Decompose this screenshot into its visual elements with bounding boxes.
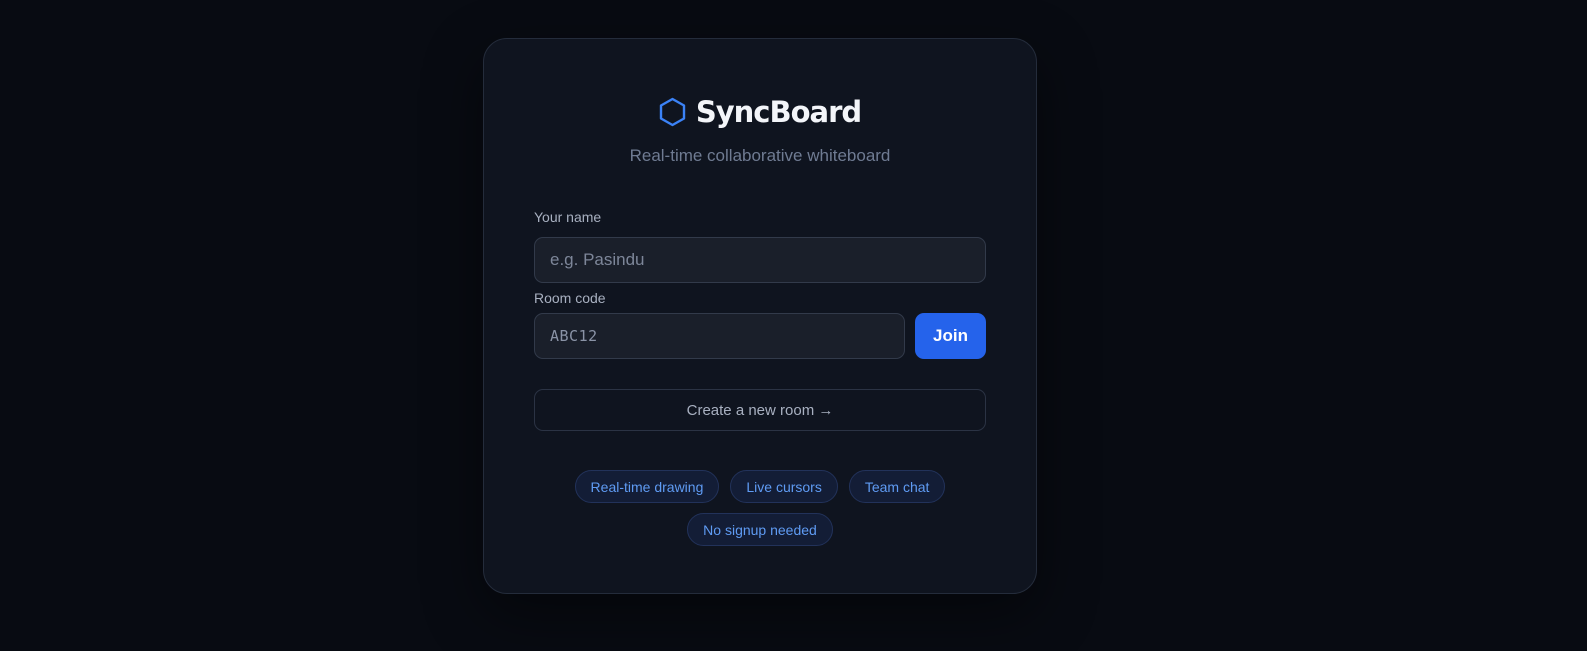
name-placeholder: e.g. Pasindu <box>550 250 645 269</box>
feature-chip: Team chat <box>848 470 946 503</box>
room-code-value: ABC12 <box>550 327 598 345</box>
join-card: SyncBoard Real-time collaborative whiteb… <box>483 38 1037 594</box>
hexagon-icon <box>659 97 686 127</box>
join-button[interactable]: Join <box>915 313 986 359</box>
feature-chips: Real-time drawing Live cursors Team chat… <box>574 470 946 546</box>
room-code-label: Room code <box>534 290 606 306</box>
feature-chip: Live cursors <box>730 470 838 503</box>
tagline: Real-time collaborative whiteboard <box>629 146 891 165</box>
feature-chip: Real-time drawing <box>574 470 720 503</box>
create-room-button[interactable]: Create a new room → <box>534 389 986 431</box>
name-label: Your name <box>534 209 602 225</box>
name-input[interactable]: e.g. Pasindu <box>534 237 986 283</box>
room-code-input[interactable]: ABC12 <box>534 313 905 359</box>
app-title: SyncBoard <box>695 95 862 129</box>
page: SyncBoard Real-time collaborative whiteb… <box>0 0 1587 651</box>
feature-chip: No signup needed <box>687 513 833 546</box>
brand-header: SyncBoard <box>484 95 1036 129</box>
